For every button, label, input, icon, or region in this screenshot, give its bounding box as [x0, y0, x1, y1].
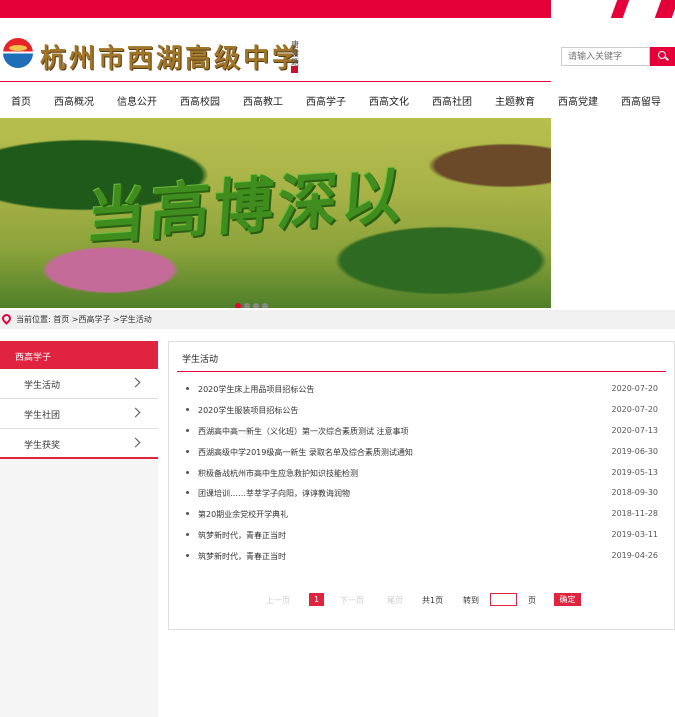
- site-header: 杭州市西湖高级中学 唐雲题: [0, 18, 551, 82]
- corner-decoration: [610, 0, 630, 18]
- news-date: 2018-11-28: [611, 509, 659, 519]
- sidebar: 西高学子 学生活动 学生社团 学生获奖: [0, 341, 158, 717]
- list-item[interactable]: 2020学生床上用品项目招标公告 2020-07-20: [169, 380, 674, 401]
- news-date: 2018-09-30: [611, 488, 659, 498]
- news-date: 2020-07-13: [611, 425, 659, 435]
- corner-decoration: [654, 0, 675, 18]
- page: 杭州市西湖高级中学 唐雲题 首页 西高概况 信息公开 西高校园 西高教工 西高学…: [0, 0, 675, 717]
- pagination: 上一页 1 下一页 尾页 共1页 转到 页 确定: [169, 593, 674, 607]
- next-page-link[interactable]: 下一页: [340, 595, 364, 606]
- list-item[interactable]: 2020学生服装项目招标公告 2020-07-20: [169, 401, 674, 422]
- nav-item-clubs[interactable]: 西高社团: [432, 93, 472, 108]
- current-page[interactable]: 1: [309, 593, 324, 606]
- news-title[interactable]: 2020学生床上用品项目招标公告: [198, 384, 314, 395]
- goto-label: 转到: [463, 596, 479, 605]
- nav-item-info[interactable]: 信息公开: [117, 93, 157, 108]
- news-title[interactable]: 第20期业余党校开学典礼: [198, 509, 288, 520]
- search-button[interactable]: [650, 47, 675, 66]
- list-item[interactable]: 西湖高中高一新生（义化班）第一次综合素质测试 注意事项 2020-07-13: [169, 422, 674, 443]
- news-title[interactable]: 团课培训……莘莘学子向阳，谆谆教诲润物: [198, 488, 350, 499]
- news-date: 2019-04-26: [611, 551, 659, 561]
- news-title[interactable]: 积极备战杭州市高中生应急救护知识技能检测: [198, 468, 358, 479]
- school-logo-icon[interactable]: [3, 38, 33, 68]
- chevron-right-icon: [130, 407, 141, 418]
- slide-dot[interactable]: [253, 303, 259, 308]
- news-title[interactable]: 西湖高级中学2019级高一新生 录取名单及综合素质测试通知: [198, 447, 413, 458]
- nav-item-home[interactable]: 首页: [11, 93, 31, 108]
- last-page-link[interactable]: 尾页: [387, 595, 403, 606]
- breadcrumb-text[interactable]: 当前位置: 首页 >西高学子 >学生活动: [16, 314, 152, 325]
- list-item[interactable]: 团课培训……莘莘学子向阳，谆谆教诲润物 2018-09-30: [169, 484, 674, 505]
- section-title: 学生活动: [182, 355, 219, 365]
- calligraphy-signature: 唐雲题: [291, 40, 299, 67]
- content-panel: 学生活动 2020学生床上用品项目招标公告 2020-07-20 2020学生服装…: [168, 341, 675, 630]
- banner-hedge-text: 当高博深以: [83, 160, 408, 254]
- news-title[interactable]: 筑梦新时代，青春正当时: [198, 551, 286, 562]
- slide-dot[interactable]: [235, 303, 241, 308]
- nav-item-campus[interactable]: 西高校园: [180, 93, 220, 108]
- nav-item-overview[interactable]: 西高概况: [54, 93, 94, 108]
- chevron-right-icon: [130, 437, 141, 448]
- top-red-strip: [0, 0, 551, 18]
- sidebar-item-activities[interactable]: 学生活动: [0, 369, 158, 399]
- nav-item-theme-education[interactable]: 主题教育: [495, 93, 535, 108]
- nav-item-students[interactable]: 西高学子: [306, 93, 346, 108]
- sidebar-item-label: 学生活动: [24, 381, 61, 391]
- nav-item-culture[interactable]: 西高文化: [369, 93, 409, 108]
- news-list: 2020学生床上用品项目招标公告 2020-07-20 2020学生服装项目招标公…: [169, 380, 674, 568]
- slide-dot[interactable]: [244, 303, 250, 308]
- seal-stamp-icon: [291, 66, 298, 73]
- nav-item-party[interactable]: 西高党建: [558, 93, 598, 108]
- sidebar-item-awards[interactable]: 学生获奖: [0, 429, 158, 459]
- sidebar-item-clubs[interactable]: 学生社团: [0, 399, 158, 429]
- news-date: 2020-07-20: [611, 404, 659, 414]
- list-item[interactable]: 西湖高级中学2019级高一新生 录取名单及综合素质测试通知 2019-06-30: [169, 443, 674, 464]
- nav-item-staff[interactable]: 西高教工: [243, 93, 283, 108]
- news-title[interactable]: 2020学生服装项目招标公告: [198, 405, 298, 416]
- sidebar-item-label: 学生社团: [24, 411, 61, 421]
- chevron-right-icon: [130, 377, 141, 388]
- confirm-page-button[interactable]: 确定: [554, 593, 581, 606]
- prev-page-link[interactable]: 上一页: [266, 595, 290, 606]
- news-date: 2020-07-20: [611, 384, 659, 393]
- banner-slideshow[interactable]: 当高博深以: [0, 118, 551, 308]
- page-total: 共1页: [422, 596, 444, 605]
- nav-item-guidance[interactable]: 西高留导: [621, 93, 661, 108]
- breadcrumb: 当前位置: 首页 >西高学子 >学生活动: [0, 310, 675, 329]
- location-pin-icon: [0, 312, 13, 325]
- list-item[interactable]: 筑梦新时代，青春正当时 2019-03-11: [169, 526, 674, 547]
- search-input[interactable]: [561, 47, 650, 66]
- main-nav: 首页 西高概况 信息公开 西高校园 西高教工 西高学子 西高文化 西高社团 主题…: [0, 82, 675, 118]
- page-number-input[interactable]: [490, 593, 517, 606]
- news-date: 2019-06-30: [611, 446, 659, 456]
- list-item[interactable]: 筑梦新时代，青春正当时 2019-04-26: [169, 547, 674, 568]
- search-box: [561, 47, 675, 66]
- news-title[interactable]: 西湖高中高一新生（义化班）第一次综合素质测试 注意事项: [198, 426, 409, 437]
- sidebar-divider: [0, 457, 158, 459]
- list-item[interactable]: 第20期业余党校开学典礼 2018-11-28: [169, 505, 674, 526]
- news-date: 2019-05-13: [611, 467, 659, 477]
- list-item[interactable]: 积极备战杭州市高中生应急救护知识技能检测 2019-05-13: [169, 464, 674, 485]
- news-title[interactable]: 筑梦新时代，青春正当时: [198, 530, 286, 541]
- slide-dot[interactable]: [262, 303, 268, 308]
- school-name[interactable]: 杭州市西湖高级中学: [40, 38, 301, 75]
- page-unit-label: 页: [528, 596, 536, 605]
- slide-indicators: [235, 294, 271, 308]
- title-divider: [177, 371, 666, 372]
- news-date: 2019-03-11: [611, 530, 659, 540]
- sidebar-title: 西高学子: [0, 341, 158, 369]
- sidebar-item-label: 学生获奖: [24, 441, 61, 451]
